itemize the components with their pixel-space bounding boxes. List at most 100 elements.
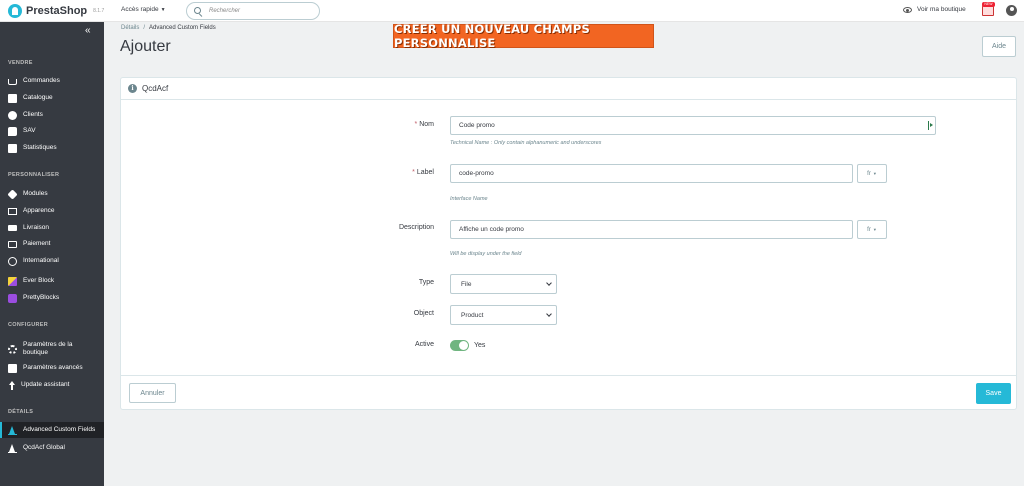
panel-title: QcdAcf <box>142 84 169 93</box>
description-hint: Will be display under the field <box>450 251 522 257</box>
select-value: Product <box>461 312 484 319</box>
puzzle-icon <box>7 188 18 200</box>
sidebar-item-label: International <box>23 257 59 264</box>
eye-icon[interactable] <box>903 7 912 13</box>
sidebar-item-label: QcdAcf Global <box>23 444 65 451</box>
field-label-active: Active <box>414 341 434 348</box>
sidebar-item-label: PrettyBlocks <box>23 294 60 301</box>
language-code: fr <box>867 170 871 177</box>
active-toggle-label: Yes <box>474 342 486 349</box>
monitor-icon <box>8 207 17 215</box>
label-language-dropdown[interactable]: fr ▼ <box>857 164 887 183</box>
caret-down-icon: ▼ <box>872 227 877 232</box>
field-label-label: * Label <box>314 169 434 176</box>
search-placeholder: Rechercher <box>209 8 241 14</box>
notifications-icon[interactable]: NEW <box>982 2 995 16</box>
prestashop-logo[interactable]: PrestaShop 8.1.7 <box>8 4 104 18</box>
quick-access-label: Accès rapide <box>121 6 159 13</box>
sidebar-item-paiement[interactable]: Paiement <box>0 236 104 252</box>
label-input[interactable]: code-promo <box>450 164 853 183</box>
sidebar-item-modules[interactable]: Modules <box>0 186 104 202</box>
sidebar-item-prettyblocks[interactable]: PrettyBlocks <box>0 290 104 306</box>
form-panel: i QcdAcf * Nom Code promo Technical Name … <box>120 77 1017 410</box>
breadcrumb-current[interactable]: Advanced Custom Fields <box>149 25 216 31</box>
language-code: fr <box>867 226 871 233</box>
brand-name: PrestaShop <box>26 5 88 17</box>
sidebar-item-label: Clients <box>23 111 43 118</box>
chevron-down-icon <box>546 311 552 317</box>
type-select[interactable]: File <box>450 274 557 294</box>
globe-icon <box>8 256 17 266</box>
user-avatar-icon[interactable] <box>1006 5 1017 16</box>
sidebar-item-statistiques[interactable]: Statistiques <box>0 140 104 156</box>
sidebar-item-update-assistant[interactable]: Update assistant <box>0 377 104 393</box>
sidebar-item-sav[interactable]: SAV <box>0 123 104 139</box>
acf-icon <box>8 443 17 453</box>
sidebar-item-label: SAV <box>23 127 36 134</box>
caret-down-icon: ▼ <box>160 7 166 13</box>
search-icon <box>194 7 201 14</box>
version-label: 8.1.7 <box>93 8 105 14</box>
collapse-sidebar-icon[interactable]: « <box>85 25 91 36</box>
sidebar-section-vendre: VENDRE <box>8 60 33 66</box>
prestashop-logo-icon <box>8 4 22 18</box>
sidebar-item-qcdacf-global[interactable]: QcdAcf Global <box>0 440 104 456</box>
info-icon: i <box>128 84 137 93</box>
extension-icon[interactable] <box>928 121 933 130</box>
chat-icon <box>8 126 17 136</box>
sidebar-item-catalogue[interactable]: Catalogue <box>0 90 104 106</box>
breadcrumb-parent[interactable]: Détails <box>121 25 139 31</box>
input-value: code-promo <box>459 170 494 177</box>
sidebar: « VENDRE Commandes Catalogue Clients SAV… <box>0 22 104 486</box>
sidebar-section-details: DÉTAILS <box>8 409 34 415</box>
upload-arrow-icon <box>8 380 15 390</box>
sidebar-item-label: Livraison <box>23 224 50 231</box>
description-language-dropdown[interactable]: fr ▼ <box>857 220 887 239</box>
breadcrumb: Détails / Advanced Custom Fields <box>121 25 216 31</box>
active-toggle[interactable] <box>450 340 469 351</box>
nom-input[interactable]: Code promo <box>450 116 936 135</box>
sidebar-section-personnaliser: PERSONNALISER <box>8 172 60 178</box>
sidebar-item-advanced-custom-fields[interactable]: Advanced Custom Fields <box>0 422 104 438</box>
sidebar-item-ever-block[interactable]: Ever Block <box>0 273 104 289</box>
search-input[interactable]: Rechercher <box>186 2 320 20</box>
help-button[interactable]: Aide <box>982 36 1016 57</box>
quick-access-dropdown[interactable]: Accès rapide ▼ <box>121 6 166 13</box>
cancel-button[interactable]: Annuler <box>129 383 176 403</box>
cart-icon <box>8 79 17 85</box>
field-label-text: Nom <box>419 121 434 128</box>
panel-header: i QcdAcf <box>121 78 1016 100</box>
object-select[interactable]: Product <box>450 305 557 325</box>
sidebar-item-livraison[interactable]: Livraison <box>0 220 104 236</box>
save-button[interactable]: Save <box>976 383 1011 404</box>
tutorial-banner: CREER UN NOUVEAU CHAMPS PERSONNALISE <box>393 22 654 50</box>
prettyblocks-icon <box>8 293 17 303</box>
view-shop-link[interactable]: Voir ma boutique <box>917 6 966 13</box>
sidebar-item-label: Update assistant <box>21 381 70 388</box>
description-input[interactable]: Affiche un code promo <box>450 220 853 239</box>
field-label-description: Description <box>398 224 434 231</box>
sidebar-item-label: Advanced Custom Fields <box>23 426 96 433</box>
required-marker: * <box>412 169 415 176</box>
sidebar-item-label: Modules <box>23 190 48 197</box>
acf-icon <box>8 425 17 435</box>
sidebar-item-label: Statistiques <box>23 144 57 151</box>
stats-icon <box>8 143 17 153</box>
sidebar-item-parametres-boutique[interactable]: Paramètres de la boutique <box>0 338 104 360</box>
notification-badge: NEW <box>982 2 995 7</box>
sidebar-item-international[interactable]: International <box>0 253 104 269</box>
input-value: Code promo <box>459 122 495 129</box>
catalog-icon <box>8 93 17 103</box>
page-title: Ajouter <box>120 38 171 55</box>
sidebar-item-commandes[interactable]: Commandes <box>0 73 104 89</box>
sidebar-item-clients[interactable]: Clients <box>0 107 104 123</box>
panel-footer-divider <box>121 375 1016 376</box>
sidebar-item-label: Catalogue <box>23 94 53 101</box>
sidebar-item-parametres-avances[interactable]: Paramètres avancés <box>0 360 104 376</box>
sidebar-item-label: Commandes <box>23 77 60 84</box>
select-value: File <box>461 281 472 288</box>
sidebar-item-apparence[interactable]: Apparence <box>0 203 104 219</box>
gear-icon <box>8 344 17 354</box>
card-icon <box>8 240 17 248</box>
field-label-text: Label <box>416 169 434 176</box>
